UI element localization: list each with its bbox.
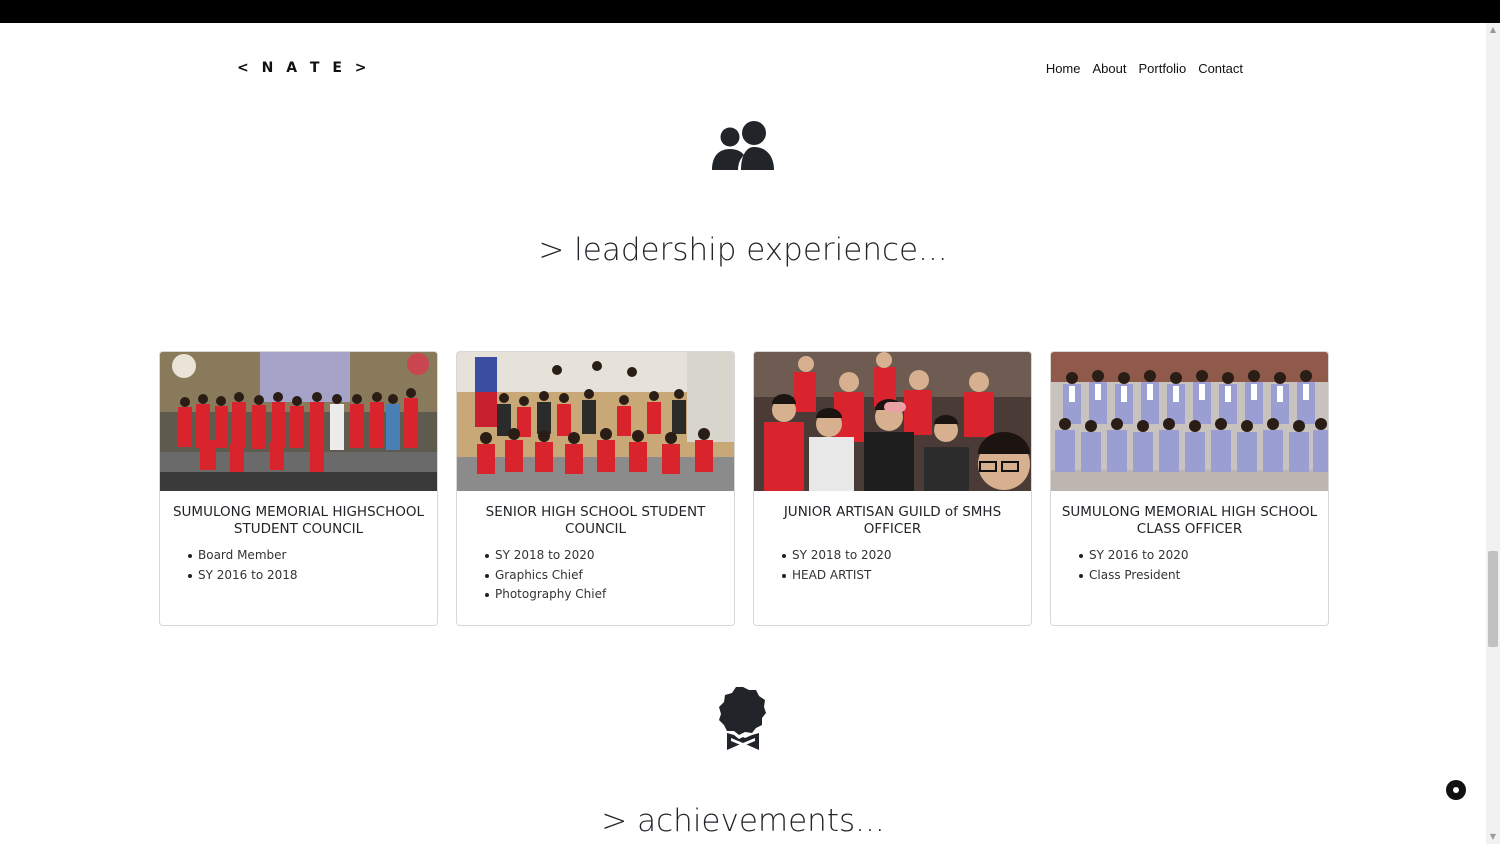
leadership-heading: > leadership experience...: [538, 232, 948, 268]
nav-links: Home About Portfolio Contact: [1046, 61, 1243, 76]
list-item: SY 2016 to 2020: [1079, 546, 1328, 566]
leadership-cards: SUMULONG MEMORIAL HIGHSCHOOL STUDENT COU…: [159, 351, 1329, 626]
achievements-heading: > achievements...: [601, 803, 885, 839]
list-item: SY 2018 to 2020: [485, 546, 734, 566]
card-photo: [160, 352, 437, 491]
card-title: SENIOR HIGH SCHOOL STUDENT COUNCIL: [485, 504, 706, 537]
scroll-to-top-button[interactable]: [1446, 780, 1466, 800]
nav-contact[interactable]: Contact: [1198, 61, 1243, 76]
card-title: SUMULONG MEMORIAL HIGH SCHOOL CLASS OFFI…: [1061, 504, 1318, 537]
list-item: SY 2016 to 2018: [188, 566, 437, 586]
nav-about[interactable]: About: [1093, 61, 1127, 76]
leadership-card: SUMULONG MEMORIAL HIGHSCHOOL STUDENT COU…: [159, 351, 438, 626]
list-item: Photography Chief: [485, 585, 734, 605]
card-photo: [457, 352, 734, 491]
list-item: Graphics Chief: [485, 566, 734, 586]
navbar: < N A T E > Home About Portfolio Contact: [0, 23, 1486, 115]
top-black-bar: [0, 0, 1500, 23]
card-list: SY 2018 to 2020 HEAD ARTIST: [754, 546, 1031, 585]
scroll-up-arrow-icon[interactable]: ▲: [1486, 23, 1500, 37]
brand-logo[interactable]: < N A T E >: [237, 60, 371, 76]
dot-icon: [1453, 787, 1459, 793]
list-item: SY 2018 to 2020: [782, 546, 1031, 566]
card-title: SUMULONG MEMORIAL HIGHSCHOOL STUDENT COU…: [172, 504, 425, 537]
scroll-down-arrow-icon[interactable]: ▼: [1486, 830, 1500, 844]
card-list: Board Member SY 2016 to 2018: [160, 546, 437, 585]
award-icon: [0, 685, 1486, 751]
list-item: Class President: [1079, 566, 1328, 586]
card-photo: [754, 352, 1031, 491]
nav-home[interactable]: Home: [1046, 61, 1081, 76]
leadership-card: JUNIOR ARTISAN GUILD of SMHS OFFICER SY …: [753, 351, 1032, 626]
list-item: Board Member: [188, 546, 437, 566]
list-item: HEAD ARTIST: [782, 566, 1031, 586]
leadership-card: SUMULONG MEMORIAL HIGH SCHOOL CLASS OFFI…: [1050, 351, 1329, 626]
nav-portfolio[interactable]: Portfolio: [1138, 61, 1186, 76]
card-photo: [1051, 352, 1328, 491]
scrollbar-thumb[interactable]: [1488, 551, 1498, 647]
card-title: JUNIOR ARTISAN GUILD of SMHS OFFICER: [783, 504, 1002, 537]
card-list: SY 2016 to 2020 Class President: [1051, 546, 1328, 585]
leadership-card: SENIOR HIGH SCHOOL STUDENT COUNCIL SY 20…: [456, 351, 735, 626]
vertical-scrollbar[interactable]: ▲ ▼: [1486, 23, 1500, 844]
card-list: SY 2018 to 2020 Graphics Chief Photograp…: [457, 546, 734, 605]
users-icon: [0, 120, 1486, 172]
